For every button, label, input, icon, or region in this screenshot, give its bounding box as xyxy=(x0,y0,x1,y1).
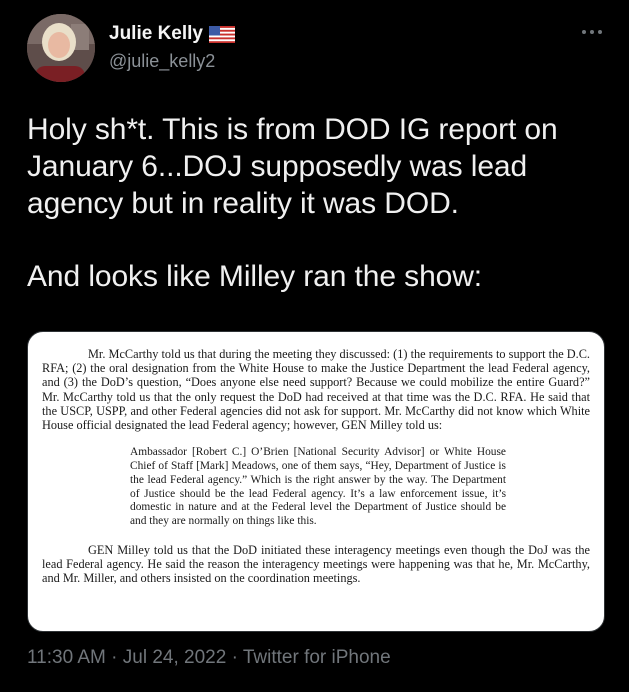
report-paragraph-3: GEN Milley told us that the DoD initiate… xyxy=(42,543,590,586)
report-paragraph-1: Mr. McCarthy told us that during the mee… xyxy=(42,347,590,433)
us-flag-icon xyxy=(209,25,235,43)
report-quote: Ambassador [Robert C.] O’Brien [National… xyxy=(130,446,506,528)
tweet-paragraph-1: Holy sh*t. This is from DOD IG report on… xyxy=(27,113,558,220)
report-excerpt: Mr. McCarthy told us that during the mee… xyxy=(42,347,590,586)
avatar[interactable] xyxy=(27,14,95,82)
tweet-source[interactable]: Twitter for iPhone xyxy=(243,647,391,668)
profile-photo-avatar xyxy=(27,14,95,82)
more-options-icon[interactable] xyxy=(579,24,605,40)
tweet-metadata: 11:30 AM · Jul 24, 2022 · Twitter for iP… xyxy=(27,646,391,670)
meta-separator: · xyxy=(105,647,123,668)
tweet-text: Holy sh*t. This is from DOD IG report on… xyxy=(27,111,617,295)
meta-separator: · xyxy=(226,647,243,668)
handle[interactable]: @julie_kelly2 xyxy=(109,50,235,72)
tweet-paragraph-2: And looks like Milley ran the show: xyxy=(27,260,483,293)
display-name-text[interactable]: Julie Kelly xyxy=(109,23,203,45)
tweet-date[interactable]: Jul 24, 2022 xyxy=(123,647,227,668)
attached-image[interactable]: Mr. McCarthy told us that during the mee… xyxy=(27,331,605,632)
author-names: Julie Kelly @julie_kelly2 xyxy=(109,23,235,72)
tweet-time[interactable]: 11:30 AM xyxy=(27,647,106,668)
display-name[interactable]: Julie Kelly xyxy=(109,23,235,45)
tweet-header: Julie Kelly @julie_kelly2 xyxy=(27,14,607,84)
